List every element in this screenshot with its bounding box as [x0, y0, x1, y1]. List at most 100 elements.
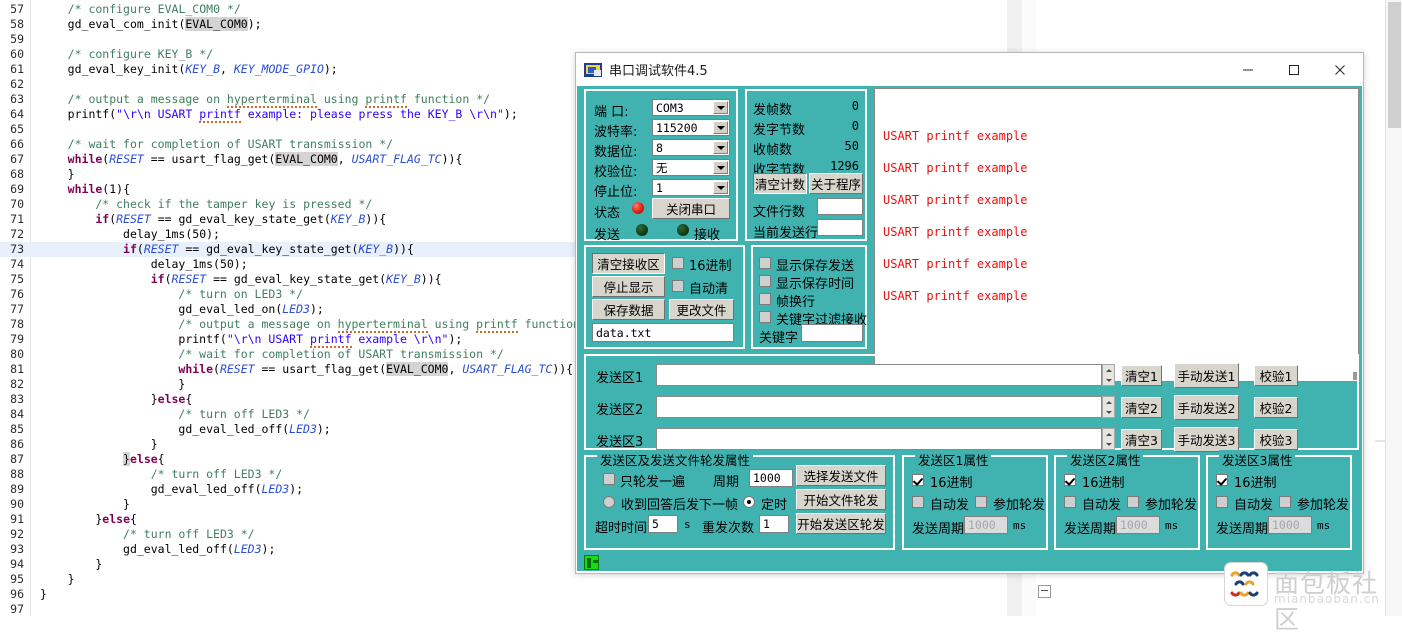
area-period-label: 发送周期 [1216, 522, 1269, 537]
clear-send-area-button[interactable]: 清空3 [1121, 429, 1162, 450]
line-number: 60 [10, 47, 24, 61]
start-area-loop-button[interactable]: 开始发送区轮发 [796, 513, 886, 534]
manual-send-button[interactable]: 手动发送3 [1174, 427, 1239, 452]
parity-select[interactable]: 无 [652, 159, 730, 176]
save-data-button[interactable]: 保存数据 [592, 299, 665, 320]
area-auto-send-checkbox[interactable] [1216, 496, 1228, 508]
area-join-loop-checkbox[interactable] [1127, 496, 1139, 508]
line-text: delay_1ms(50); [123, 227, 220, 241]
line-text: }else{ [150, 392, 193, 406]
line-number: 78 [10, 317, 24, 331]
chevron-down-icon[interactable] [713, 101, 728, 114]
watermark-subtitle: mianbaoban.cn [1274, 592, 1380, 606]
stop-bits-select[interactable]: 1 [652, 179, 730, 196]
line-number: 72 [10, 227, 24, 241]
close-button[interactable] [1317, 53, 1363, 86]
clear-send-area-button[interactable]: 清空2 [1121, 397, 1162, 418]
timeout-field[interactable]: 5 [648, 515, 678, 533]
window-titlebar[interactable]: 串口调试软件4.5 [576, 53, 1363, 86]
stop-display-button[interactable]: 停止显示 [592, 276, 665, 297]
send-area-spinner[interactable] [1102, 428, 1115, 450]
minimize-button[interactable] [1225, 53, 1271, 86]
clear-receive-button[interactable]: 清空接收区 [592, 253, 665, 274]
checksum-button[interactable]: 校验2 [1254, 397, 1298, 418]
display-option-checkbox[interactable] [759, 293, 771, 305]
display-option-checkbox[interactable] [759, 257, 771, 269]
send-area-label: 发送区1 [596, 371, 644, 386]
auto-clear-checkbox[interactable] [672, 280, 684, 292]
hex-receive-checkbox[interactable] [672, 257, 684, 269]
baud-select[interactable]: 115200 [652, 119, 730, 136]
display-option-checkbox[interactable] [759, 275, 771, 287]
loop-once-label: 只轮发一遍 [620, 475, 686, 490]
area-auto-send-checkbox[interactable] [912, 496, 924, 508]
chevron-down-icon[interactable] [713, 121, 728, 134]
display-option-checkbox[interactable] [759, 311, 771, 323]
serial-debug-window[interactable]: 串口调试软件4.5 端 口: COM3 波特率: 115200 数据位: 8 校… [575, 52, 1364, 574]
resend-field[interactable]: 1 [759, 515, 789, 533]
stat-value: 1296 [830, 159, 859, 173]
manual-send-button[interactable]: 手动发送1 [1174, 363, 1239, 388]
area-hex-checkbox[interactable] [912, 474, 924, 486]
send-area-input[interactable] [656, 396, 1102, 418]
timed-radio[interactable] [743, 496, 755, 508]
editor-vertical-scrollbar[interactable] [1385, 0, 1402, 616]
after-reply-radio[interactable] [603, 496, 615, 508]
stat-value: 0 [851, 99, 859, 113]
window-buttons[interactable] [1225, 53, 1363, 86]
status-label: 状态 [594, 206, 621, 221]
select-send-file-button[interactable]: 选择发送文件 [796, 465, 886, 486]
clear-counter-button[interactable]: 清空计数 [753, 173, 807, 194]
watermark-logo-icon [1224, 562, 1268, 606]
save-filename-field[interactable]: data.txt [592, 323, 734, 342]
keyword-field[interactable] [801, 324, 863, 342]
tray-status-icon[interactable] [584, 555, 599, 570]
about-button[interactable]: 关于程序 [809, 173, 863, 194]
file-lines-field[interactable] [817, 198, 863, 215]
manual-send-button[interactable]: 手动发送2 [1174, 395, 1239, 420]
receive-text-area[interactable]: USART printf example USART printf example… [874, 88, 1359, 382]
checksum-button[interactable]: 校验1 [1254, 365, 1298, 386]
line-text: } [67, 572, 75, 586]
send-area-input[interactable] [656, 364, 1102, 386]
current-send-line-field[interactable] [817, 219, 863, 236]
send-area-property-caption: 发送区3属性 [1219, 450, 1296, 469]
loop-period-field[interactable]: 1000 [749, 469, 793, 487]
scrollbar-thumb[interactable] [1388, 2, 1401, 128]
chevron-down-icon[interactable] [713, 161, 728, 174]
line-number: 63 [10, 92, 24, 106]
line-number: 65 [10, 122, 24, 136]
chevron-down-icon[interactable] [713, 181, 728, 194]
code-fold-toggle[interactable] [1038, 585, 1051, 598]
line-number: 97 [10, 602, 24, 616]
area-period-field[interactable]: 1000 [964, 516, 1008, 534]
chevron-down-icon[interactable] [713, 141, 728, 154]
loop-once-checkbox[interactable] [603, 473, 615, 485]
line-number: 80 [10, 347, 24, 361]
change-file-button[interactable]: 更改文件 [669, 299, 734, 320]
maximize-button[interactable] [1271, 53, 1317, 86]
baud-value: 115200 [656, 120, 698, 135]
timed-label: 定时 [761, 498, 788, 513]
send-area-input[interactable] [656, 428, 1102, 450]
area-period-field[interactable]: 1000 [1116, 516, 1160, 534]
area-hex-checkbox[interactable] [1216, 474, 1228, 486]
line-text: /* configure EVAL_COM0 */ [67, 2, 241, 16]
display-option-label: 帧换行 [776, 295, 816, 310]
area-join-loop-checkbox[interactable] [975, 496, 987, 508]
line-number: 92 [10, 527, 24, 541]
line-text: while(RESET == usart_flag_get(EVAL_COM0,… [178, 362, 574, 376]
area-join-loop-checkbox[interactable] [1279, 496, 1291, 508]
port-select[interactable]: COM3 [652, 99, 730, 116]
area-period-field[interactable]: 1000 [1268, 516, 1312, 534]
data-bits-select[interactable]: 8 [652, 139, 730, 156]
clear-send-area-button[interactable]: 清空1 [1121, 365, 1162, 386]
area-auto-send-checkbox[interactable] [1064, 496, 1076, 508]
toggle-port-button[interactable]: 关闭串口 [652, 198, 730, 219]
area-hex-checkbox[interactable] [1064, 474, 1076, 486]
checksum-button[interactable]: 校验3 [1254, 429, 1298, 450]
send-area-spinner[interactable] [1102, 364, 1115, 386]
start-file-loop-button[interactable]: 开始文件轮发 [796, 489, 886, 510]
window-title: 串口调试软件4.5 [609, 64, 708, 79]
send-area-spinner[interactable] [1102, 396, 1115, 418]
